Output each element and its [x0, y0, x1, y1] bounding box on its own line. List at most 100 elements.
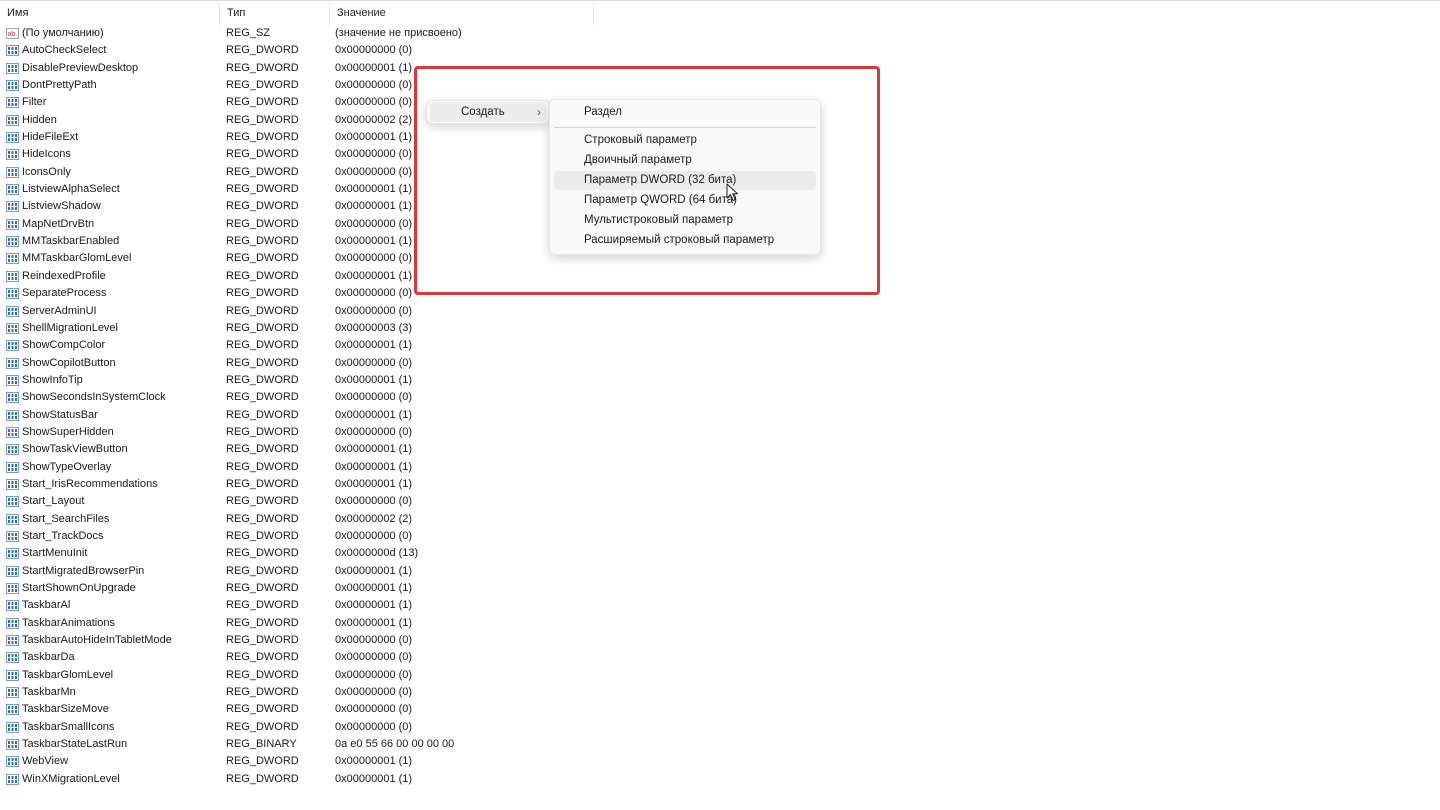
value-name: DontPrettyPath [22, 79, 97, 92]
value-type: REG_DWORD [226, 44, 299, 57]
registry-row[interactable]: TaskbarSizeMove REG_DWORD 0x00000000 (0) [0, 701, 700, 718]
value-name: IconsOnly [22, 165, 71, 178]
binary-value-icon [6, 218, 19, 230]
value-name: ShellMigrationLevel [22, 321, 118, 334]
registry-row[interactable]: TaskbarMn REG_DWORD 0x00000000 (0) [0, 684, 700, 701]
binary-value-icon [6, 548, 19, 560]
column-header-name[interactable]: Имя [0, 3, 220, 25]
registry-row[interactable]: ShowInfoTip REG_DWORD 0x00000001 (1) [0, 372, 700, 389]
value-data: 0x00000001 (1) [335, 477, 413, 490]
binary-value-icon [6, 253, 19, 265]
registry-row[interactable]: TaskbarAutoHideInTabletMode REG_DWORD 0x00… [0, 632, 700, 649]
binary-value-icon [6, 756, 19, 768]
registry-row[interactable]: StartMenuInit REG_DWORD 0x0000000d (13) [0, 545, 700, 562]
binary-value-icon [6, 461, 19, 473]
value-type: REG_DWORD [226, 217, 299, 230]
value-name: SeparateProcess [22, 287, 107, 300]
column-header-value[interactable]: Значение [330, 3, 594, 25]
registry-row[interactable]: Start_Layout REG_DWORD 0x00000000 (0) [0, 493, 700, 510]
registry-row[interactable]: ShowTypeOverlay REG_DWORD 0x00000001 (1) [0, 459, 700, 476]
value-name: ShowCompColor [22, 339, 106, 352]
binary-value-icon [6, 392, 19, 404]
value-type: REG_DWORD [226, 165, 299, 178]
registry-row[interactable]: ShowCopilotButton REG_DWORD 0x00000000 (0) [0, 355, 700, 372]
column-header-type[interactable]: Тип [220, 3, 330, 25]
value-name: Start_Layout [22, 495, 85, 508]
value-data: 0x00000000 (0) [335, 96, 413, 109]
value-name: ListviewAlphaSelect [22, 183, 120, 196]
binary-value-icon [6, 635, 19, 647]
binary-value-icon [6, 166, 19, 178]
value-type: REG_DWORD [226, 148, 299, 161]
value-data: 0x00000002 (2) [335, 512, 413, 525]
string-value-icon: ab [6, 28, 19, 39]
list-header: Имя Тип Значение [0, 3, 594, 25]
binary-value-icon [6, 444, 19, 456]
binary-value-icon [6, 721, 19, 733]
value-data: 0x00000001 (1) [335, 183, 413, 196]
binary-value-icon [6, 201, 19, 213]
value-data: 0x00000000 (0) [335, 703, 413, 716]
registry-row[interactable]: ShowSuperHidden REG_DWORD 0x00000000 (0) [0, 424, 700, 441]
value-data: 0x00000000 (0) [335, 165, 413, 178]
registry-row[interactable]: AutoCheckSelect REG_DWORD 0x00000000 (0) [0, 42, 700, 59]
value-data: 0x00000000 (0) [335, 44, 413, 57]
value-name: HideIcons [22, 148, 71, 161]
value-data: 0x00000000 (0) [335, 252, 413, 265]
value-name: MMTaskbarEnabled [22, 235, 120, 248]
value-type: REG_DWORD [226, 373, 299, 386]
value-name: ShowSuperHidden [22, 425, 114, 438]
registry-row[interactable]: ShellMigrationLevel REG_DWORD 0x00000003 (… [0, 320, 700, 337]
value-type: REG_DWORD [226, 582, 299, 594]
value-type: REG_DWORD [226, 443, 299, 456]
value-type: REG_DWORD [226, 235, 299, 248]
value-type: REG_DWORD [226, 356, 299, 369]
registry-row[interactable]: Start_IrisRecommendations REG_DWORD 0x0000… [0, 476, 700, 493]
svg-text:ab: ab [8, 31, 16, 38]
value-data: 0x00000000 (0) [335, 304, 413, 317]
value-data: 0x00000000 (0) [335, 686, 413, 699]
binary-value-icon [6, 496, 19, 508]
value-data: 0x00000000 (0) [335, 529, 413, 542]
binary-value-icon [6, 600, 19, 612]
binary-value-icon [6, 322, 19, 334]
value-data: 0x00000000 (0) [335, 634, 413, 647]
value-type: REG_DWORD [226, 477, 299, 490]
value-name: (По умолчанию) [22, 27, 104, 39]
value-type: REG_DWORD [226, 425, 299, 438]
value-type: REG_DWORD [226, 131, 299, 144]
registry-row[interactable]: ab (По умолчанию) REG_SZ (значение не присв… [0, 25, 700, 42]
value-type: REG_DWORD [226, 547, 299, 560]
registry-row[interactable]: ServerAdminUI REG_DWORD 0x00000000 (0) [0, 303, 700, 320]
registry-row[interactable]: Start_TrackDocs REG_DWORD 0x00000000 (0) [0, 528, 700, 545]
registry-row[interactable]: TaskbarAnimations REG_DWORD 0x00000001 (1) [0, 615, 700, 632]
registry-row[interactable]: ShowStatusBar REG_DWORD 0x00000001 (1) [0, 407, 700, 424]
value-data: 0x00000000 (0) [335, 495, 413, 508]
registry-row[interactable]: WinXMigrationLevel REG_DWORD 0x00000001 (1… [0, 771, 700, 788]
registry-row[interactable]: Start_SearchFiles REG_DWORD 0x00000002 (2) [0, 511, 700, 528]
value-data: 0x00000001 (1) [335, 131, 413, 144]
value-name: ListviewShadow [22, 200, 101, 213]
registry-row[interactable]: TaskbarAl REG_DWORD 0x00000001 (1) [0, 597, 700, 614]
registry-row[interactable]: WebView REG_DWORD 0x00000001 (1) [0, 753, 700, 770]
registry-row[interactable]: ShowTaskViewButton REG_DWORD 0x00000001 (1… [0, 441, 700, 458]
binary-value-icon [6, 565, 19, 577]
registry-row[interactable]: TaskbarStateLastRun REG_BINARY 0a e0 55 66… [0, 736, 700, 753]
value-name: ShowSecondsInSystemClock [22, 391, 166, 404]
registry-row[interactable]: TaskbarSmallIcons REG_DWORD 0x00000000 (0) [0, 719, 700, 736]
value-data: (значение не присвоено) [335, 27, 462, 39]
binary-value-icon [6, 340, 19, 352]
registry-row[interactable]: TaskbarDa REG_DWORD 0x00000000 (0) [0, 649, 700, 666]
registry-row[interactable]: ShowCompColor REG_DWORD 0x00000001 (1) [0, 337, 700, 354]
value-data: 0x00000001 (1) [335, 582, 413, 594]
value-name: TaskbarAnimations [22, 616, 115, 629]
registry-row[interactable]: TaskbarGlomLevel REG_DWORD 0x00000000 (0) [0, 667, 700, 684]
registry-row[interactable]: StartShownOnUpgrade REG_DWORD 0x00000001 (… [0, 580, 700, 597]
value-name: TaskbarGlomLevel [22, 668, 114, 681]
binary-value-icon [6, 184, 19, 196]
value-data: 0x00000001 (1) [335, 61, 413, 74]
value-name: MMTaskbarGlomLevel [22, 252, 132, 265]
value-name: TaskbarAl [22, 599, 71, 612]
registry-row[interactable]: StartMigratedBrowserPin REG_DWORD 0x000000… [0, 563, 700, 580]
registry-row[interactable]: ShowSecondsInSystemClock REG_DWORD 0x00000… [0, 389, 700, 406]
